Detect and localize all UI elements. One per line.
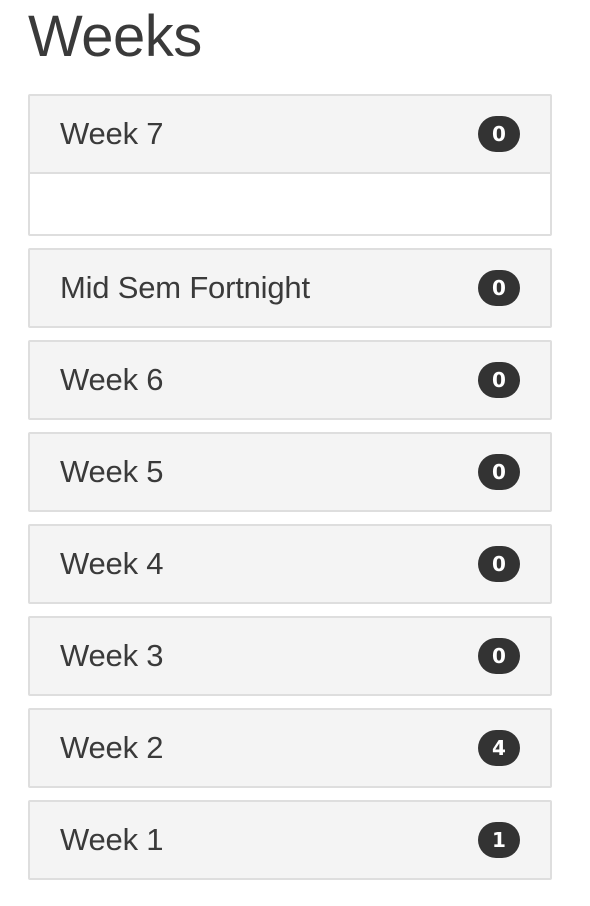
count-badge: 0 [478,116,520,152]
week-panel-heading[interactable]: Week 1 1 [30,802,550,878]
count-badge: 0 [478,638,520,674]
week-panel-heading[interactable]: Week 2 4 [30,710,550,786]
week-panel-title: Week 6 [60,362,164,397]
count-badge: 1 [478,822,520,858]
week-panel[interactable]: Week 4 0 [28,524,552,604]
week-panel-body [30,172,550,234]
week-panel-title: Week 2 [60,730,164,765]
week-panel-heading[interactable]: Week 3 0 [30,618,550,694]
week-panel[interactable]: Week 3 0 [28,616,552,696]
week-panel-title: Week 4 [60,546,164,581]
week-panel-heading[interactable]: Week 4 0 [30,526,550,602]
week-panel[interactable]: Week 2 4 [28,708,552,788]
week-panel-title: Week 5 [60,454,164,489]
page-title: Weeks [28,4,202,69]
count-badge: 0 [478,362,520,398]
week-panel-title: Mid Sem Fortnight [60,270,310,305]
week-panel-title: Week 3 [60,638,164,673]
week-panel-heading[interactable]: Week 5 0 [30,434,550,510]
count-badge: 0 [478,546,520,582]
count-badge: 0 [478,270,520,306]
week-list: Week 7 0 Mid Sem Fortnight 0 Week 6 0 We… [28,94,552,892]
week-panel-heading[interactable]: Mid Sem Fortnight 0 [30,250,550,326]
count-badge: 4 [478,730,520,766]
week-panel-heading[interactable]: Week 6 0 [30,342,550,418]
week-panel[interactable]: Mid Sem Fortnight 0 [28,248,552,328]
week-panel[interactable]: Week 5 0 [28,432,552,512]
week-panel[interactable]: Week 7 0 [28,94,552,236]
week-panel-heading[interactable]: Week 7 0 [30,96,550,172]
week-panel-title: Week 1 [60,822,164,857]
week-panel-title: Week 7 [60,116,164,151]
week-panel[interactable]: Week 6 0 [28,340,552,420]
count-badge: 0 [478,454,520,490]
week-panel[interactable]: Week 1 1 [28,800,552,880]
